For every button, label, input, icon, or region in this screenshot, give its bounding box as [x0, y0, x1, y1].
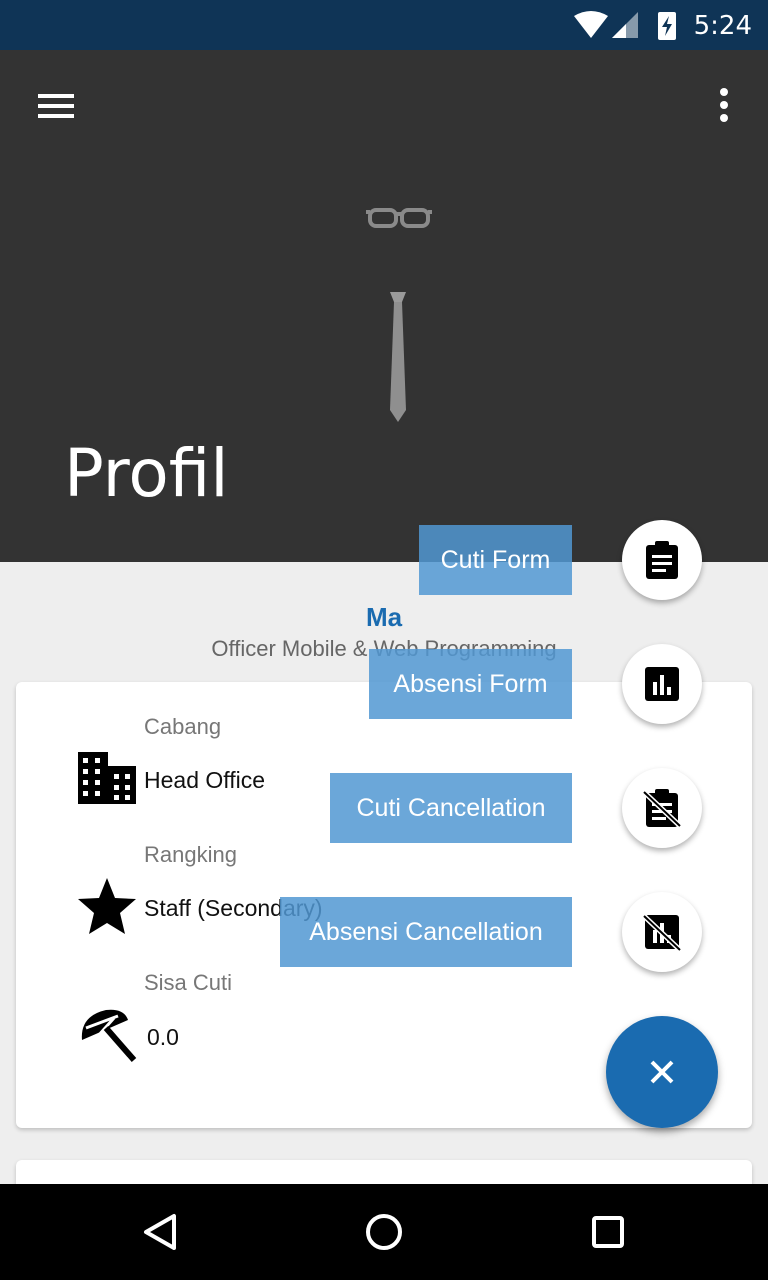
assignment-icon — [646, 541, 678, 579]
more-vert-icon — [720, 88, 728, 122]
rank-label: Rangking — [144, 842, 237, 867]
leave-balance-value: 0.0 — [147, 1024, 179, 1050]
star-icon — [78, 878, 136, 934]
branch-value: Head Office — [144, 767, 266, 793]
status-icons — [574, 10, 684, 47]
leave-balance-label: Sisa Cuti — [144, 970, 233, 995]
status-time: 5:24 — [693, 11, 752, 41]
back-icon — [144, 1214, 176, 1250]
fab-label-absensi-cancellation[interactable]: Absensi Cancellation — [280, 897, 572, 967]
chart-cancel-icon — [642, 914, 682, 952]
chart-icon — [645, 667, 679, 701]
cuti-cancellation-button[interactable] — [622, 768, 702, 848]
navigation-bar — [0, 1184, 768, 1280]
assignment-cancel-icon — [642, 789, 682, 828]
page-title: Profil — [64, 435, 229, 512]
beach-umbrella-icon — [81, 1009, 137, 1062]
menu-icon — [38, 94, 74, 118]
profile-header: Profil — [0, 50, 768, 562]
status-bar: 5:24 — [0, 0, 768, 50]
absensi-cancellation-button[interactable] — [622, 892, 702, 972]
branch-label: Cabang — [144, 714, 222, 739]
menu-button[interactable] — [28, 80, 84, 130]
close-fab-menu-button[interactable] — [606, 1016, 718, 1128]
fab-label-cuti-form[interactable]: Cuti Form — [419, 525, 572, 595]
home-icon — [366, 1214, 402, 1250]
fab-label-cuti-cancellation[interactable]: Cuti Cancellation — [330, 773, 572, 843]
profile-avatar-illustration — [366, 208, 432, 422]
overflow-menu-button[interactable] — [706, 80, 742, 130]
wifi-icon — [574, 11, 608, 38]
cell-signal-icon — [612, 12, 638, 38]
absensi-form-button[interactable] — [622, 644, 702, 724]
battery-charging-icon — [658, 12, 676, 40]
tie-icon — [390, 292, 406, 422]
close-icon — [650, 1060, 674, 1084]
fab-label-absensi-form[interactable]: Absensi Form — [369, 649, 572, 719]
user-name: Ma — [365, 602, 403, 632]
recents-icon — [592, 1216, 624, 1248]
cuti-form-button[interactable] — [622, 520, 702, 600]
home-button[interactable] — [360, 1208, 408, 1256]
glasses-icon — [366, 208, 432, 228]
building-icon — [78, 752, 136, 804]
recents-button[interactable] — [584, 1208, 632, 1256]
back-button[interactable] — [136, 1208, 184, 1256]
